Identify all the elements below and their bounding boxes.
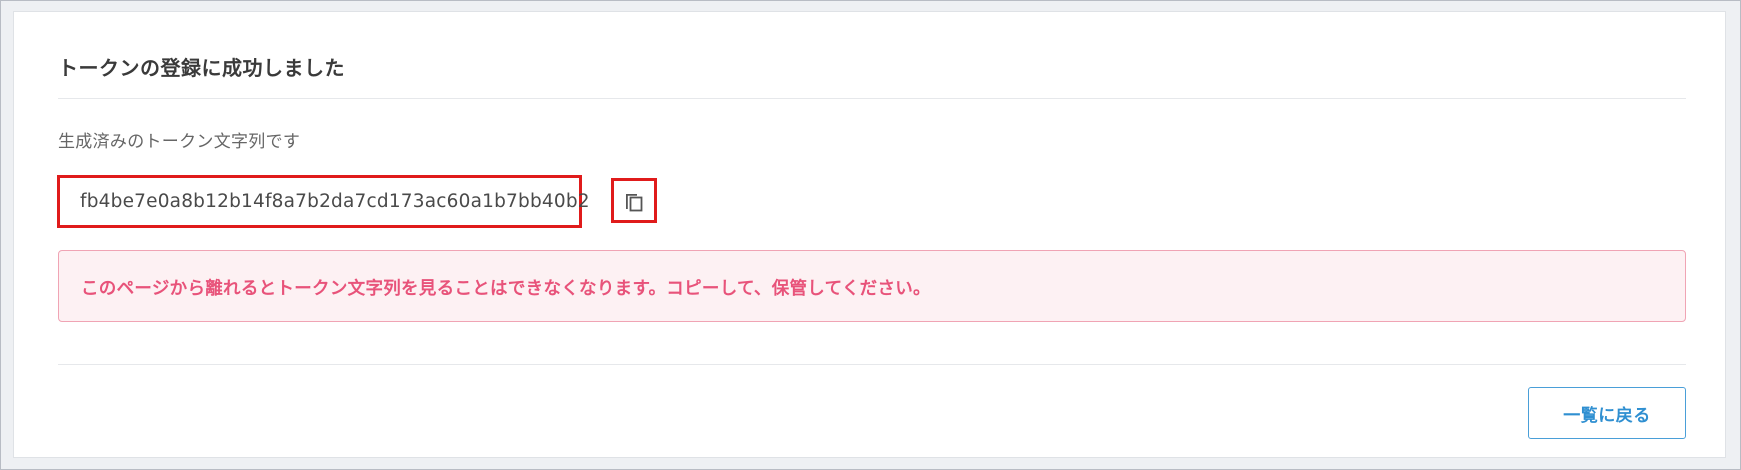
copy-icon (626, 193, 643, 211)
warning-message: このページから離れるとトークン文字列を見ることはできなくなります。コピーして、保… (81, 279, 931, 299)
window-frame: トークンの登録に成功しました 生成済みのトークン文字列です fb4be7e0a8… (0, 0, 1741, 470)
token-success-panel: トークンの登録に成功しました 生成済みのトークン文字列です fb4be7e0a8… (13, 11, 1726, 458)
warning-alert: このページから離れるとトークン文字列を見ることはできなくなります。コピーして、保… (58, 250, 1686, 322)
copy-token-button[interactable] (611, 178, 657, 223)
token-value[interactable]: fb4be7e0a8b12b14f8a7b2da7cd173ac60a1b7bb… (80, 191, 590, 212)
page-title: トークンの登録に成功しました (58, 56, 345, 80)
footer-divider (58, 364, 1686, 365)
back-to-list-button[interactable]: 一覧に戻る (1528, 387, 1686, 439)
token-field[interactable]: fb4be7e0a8b12b14f8a7b2da7cd173ac60a1b7bb… (57, 175, 590, 228)
token-description: 生成済みのトークン文字列です (58, 132, 301, 152)
header-divider (58, 98, 1686, 99)
